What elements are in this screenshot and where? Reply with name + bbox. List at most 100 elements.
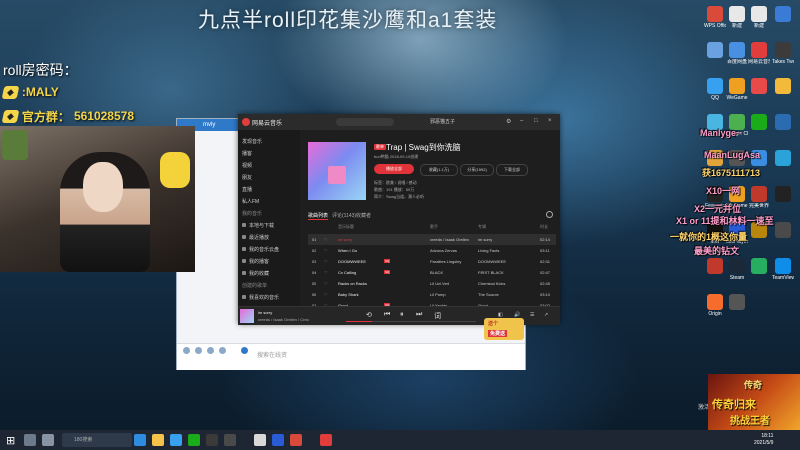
explorer-icon[interactable]: [152, 434, 164, 446]
desktop-app-icon[interactable]: TeamViewer: [772, 258, 794, 281]
chat-input-bar[interactable]: 搜索在线资: [177, 343, 525, 370]
download-all-button[interactable]: 下载全部: [496, 164, 528, 176]
track-row[interactable]: 04 ♡ Cx Calling SQ BLACK FIRST BLACK 02:47: [308, 267, 556, 278]
desktop-app-icon[interactable]: 新建: [748, 6, 770, 29]
track-row[interactable]: 01 ♡ im sorry creeds / Isaak Orelien im sorr…: [308, 234, 556, 245]
track-row[interactable]: 03 ♡ DOOMWWEEE SQ Paralites Lingsley DOOMWWEE…: [308, 256, 556, 267]
sidebar-section-heading: 创建的歌单: [242, 282, 267, 289]
sidebar-item-label: 我的音乐: [242, 211, 263, 217]
sidebar-item[interactable]: 发现音乐: [242, 138, 262, 145]
previous-icon[interactable]: ⏮: [384, 311, 390, 319]
share-icon[interactable]: ↗: [544, 312, 548, 318]
desktop-app-icon[interactable]: Steam: [726, 258, 748, 281]
sidebar-item[interactable]: 我的收藏: [242, 270, 269, 277]
play-all-button[interactable]: 播放全部: [374, 164, 414, 174]
playlist-owner[interactable]: bun鸭猫 2018-09-10创建: [374, 154, 418, 160]
lyrics-icon[interactable]: 词: [434, 311, 441, 321]
now-playing-artist[interactable]: creeds / Isaak Orelien / Creo: [258, 317, 309, 322]
music-search-input[interactable]: [336, 118, 394, 126]
track-row[interactable]: 02 ♡ When I Go Arizona Zervas Living Facts 03…: [308, 245, 556, 256]
progress-bar[interactable]: [346, 321, 476, 322]
desktop-app-icon[interactable]: [748, 258, 770, 275]
desktop-app-icon[interactable]: Origin: [704, 294, 726, 317]
track-row[interactable]: 06 ♡ Baby Shark Lil Pump The Source 03:10: [308, 289, 556, 300]
taskbar-search-box[interactable]: 180搜索: [62, 433, 132, 447]
share-button[interactable]: 分享(1592): [460, 164, 494, 176]
desktop-app-icon[interactable]: 网易云音乐: [748, 42, 770, 65]
like-heart-icon[interactable]: ♡: [324, 248, 328, 253]
wechat-icon[interactable]: [188, 434, 200, 446]
like-heart-icon[interactable]: ♡: [324, 237, 328, 242]
collect-button[interactable]: 收藏(1.1万): [420, 164, 458, 176]
sidebar-item[interactable]: 播客: [242, 150, 252, 157]
loop-icon[interactable]: ⟲: [366, 311, 372, 319]
like-heart-icon[interactable]: ♡: [324, 281, 328, 286]
desktop-app-icon[interactable]: [704, 42, 726, 59]
edge-icon[interactable]: [134, 434, 146, 446]
like-heart-icon[interactable]: ♡: [324, 270, 328, 275]
app-tile-icon: [751, 6, 767, 22]
playlist-queue-icon[interactable]: ☰: [530, 312, 534, 318]
chat-search-icon[interactable]: [241, 347, 248, 354]
desktop-app-icon[interactable]: [772, 78, 794, 95]
desktop-app-icon[interactable]: [772, 114, 794, 131]
close-icon[interactable]: ×: [548, 118, 552, 124]
tab-comments[interactable]: 评论(1143): [332, 212, 356, 219]
desktop-app-icon[interactable]: QQ: [704, 78, 726, 101]
pause-icon[interactable]: ⏸: [400, 311, 404, 319]
windows-start-icon[interactable]: ⊞: [6, 434, 15, 447]
desktop-app-icon[interactable]: WeGame: [726, 78, 748, 101]
now-playing-cover[interactable]: [240, 309, 254, 323]
desktop-app-icon[interactable]: [772, 222, 794, 239]
sidebar-item[interactable]: 我喜欢的音乐: [242, 294, 279, 301]
app-icon[interactable]: [272, 434, 284, 446]
track-row[interactable]: 05 ♡ Racks on Racks Lil Uzi Vert Chemical Ki…: [308, 278, 556, 289]
desktop-app-icon[interactable]: [748, 78, 770, 95]
sidebar-item[interactable]: 本地与下载: [242, 222, 274, 229]
desktop-app-icon[interactable]: [704, 258, 726, 275]
next-icon[interactable]: ⏭: [416, 311, 422, 319]
desktop-app-icon[interactable]: WPS Office: [704, 6, 726, 29]
desktop-app-icon[interactable]: [772, 150, 794, 167]
desktop-app-icon[interactable]: Takes Two: [772, 42, 794, 65]
desktop-app-icon[interactable]: [748, 114, 770, 131]
sidebar-item[interactable]: 我的播客: [242, 258, 269, 265]
desktop-app-icon[interactable]: 完美世界: [748, 186, 770, 209]
playlist-search-icon[interactable]: [546, 211, 553, 218]
minimize-icon[interactable]: –: [520, 118, 523, 124]
file-icon[interactable]: [207, 347, 214, 354]
like-heart-icon[interactable]: ♡: [324, 292, 328, 297]
desktop-app-icon[interactable]: 百度网盘: [726, 42, 748, 65]
image-icon[interactable]: [195, 347, 202, 354]
sidebar-item[interactable]: 私人FM: [242, 198, 259, 205]
app-icon[interactable]: [290, 434, 302, 446]
sidebar-item[interactable]: 我的音乐云盘: [242, 246, 279, 253]
chat-search-placeholder[interactable]: 搜索在线资: [257, 350, 287, 359]
sidebar-item[interactable]: 直播: [242, 186, 252, 193]
desktop-app-icon[interactable]: [772, 186, 794, 203]
promo-banner[interactable]: 传奇 传奇归来 挑战王者: [708, 374, 800, 430]
music-player-window[interactable]: 网易云音乐 邪恶猫五子 ⚙ – □ × 发现音乐 播客 视频 朋友 直播 私人FM 我的音乐…: [238, 114, 560, 325]
like-heart-icon[interactable]: ♡: [324, 259, 328, 264]
emoji-icon[interactable]: [183, 347, 190, 354]
obs-icon[interactable]: [254, 434, 266, 446]
desktop-app-icon[interactable]: [726, 294, 748, 311]
netease-music-icon[interactable]: [320, 434, 332, 446]
desktop-app-icon[interactable]: [772, 6, 794, 23]
search-icon[interactable]: [24, 434, 36, 446]
settings-icon[interactable]: ⚙: [506, 118, 511, 125]
tab-collectors[interactable]: 收藏者: [356, 212, 371, 219]
sidebar-item[interactable]: 视频: [242, 162, 252, 169]
screenshot-icon[interactable]: [219, 347, 226, 354]
now-playing-title[interactable]: im sorry: [258, 310, 272, 315]
desktop-app-icon[interactable]: 新建: [726, 6, 748, 29]
music-user-name[interactable]: 邪恶猫五子: [430, 118, 455, 125]
app-icon[interactable]: [224, 434, 236, 446]
app-icon[interactable]: [206, 434, 218, 446]
sidebar-item[interactable]: 朋友: [242, 174, 252, 181]
tab-song-list[interactable]: 歌曲列表: [308, 212, 329, 220]
maximize-icon[interactable]: □: [534, 118, 538, 124]
qq-icon[interactable]: [170, 434, 182, 446]
sidebar-item[interactable]: 最近播放: [242, 234, 269, 241]
task-view-icon[interactable]: [42, 434, 54, 446]
